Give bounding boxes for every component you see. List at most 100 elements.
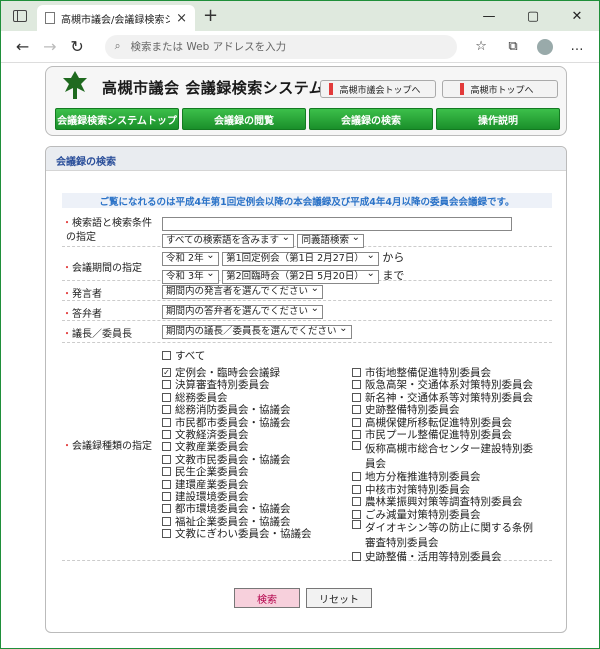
availability-notice: ご覧になれるのは平成4年第1回定例会以降の本会議録及び平成4年4月以降の委員会会… [62, 193, 552, 208]
menu-system-top[interactable]: 会議録検索システムトップ [55, 108, 179, 130]
search-icon: ⌕ [114, 40, 121, 52]
collections-icon[interactable]: ⧉ [499, 39, 527, 54]
all-checkbox[interactable]: すべて [162, 349, 542, 362]
answerer-select[interactable]: 期間内の答弁者を選んでください [162, 303, 324, 319]
reset-button[interactable]: リセット [306, 588, 372, 608]
browser-window: 高槻市議会/会議録検索システム × + — ▢ ✕ ← → ↻ ⌕ 検索または … [0, 0, 600, 649]
maximize-icon[interactable]: ▢ [511, 1, 555, 31]
speaker-select[interactable]: 期間内の発言者を選んでください [162, 283, 324, 299]
profile-avatar[interactable] [537, 38, 554, 55]
checkbox-box [352, 392, 361, 402]
checkbox-box [162, 350, 171, 360]
menu-search[interactable]: 会議録の検索 [309, 108, 433, 130]
page-viewport: 高槻市議会 会議録検索システム 高槻市議会トップへ 高槻市トップへ 会議録検索シ… [1, 63, 599, 648]
from-suffix: から [382, 251, 405, 264]
address-bar: ← → ↻ ⌕ 検索または Web アドレスを入力 ☆ ⧉ … [1, 31, 599, 63]
city-emblem-logo [63, 71, 87, 99]
meeting-types-row: 会議録種類の指定 すべて ✓定例会・臨時会会議録決算審査特別委員会総務委員会総務… [62, 343, 552, 563]
meeting-type-label: 文教にぎわい委員会・協議会 [175, 528, 312, 541]
menu-help[interactable]: 操作説明 [436, 108, 560, 130]
chair-select[interactable]: 期間内の議長／委員長を選んでください [162, 323, 352, 339]
from-year-select[interactable]: 令和 2年 [162, 250, 219, 266]
checkbox-box [352, 430, 361, 440]
checkbox-box [352, 509, 361, 519]
match-option-select[interactable]: すべての検索語を含みます [162, 232, 294, 248]
meeting-type-label: 仮称高槻市総合センター建設特別委員会 [365, 442, 533, 470]
menu-browse[interactable]: 会議録の閲覧 [182, 108, 306, 130]
checkbox-box [162, 392, 171, 402]
window-controls: — ▢ ✕ [467, 1, 599, 31]
meeting-type-checkbox[interactable]: 史跡整備・活用等特別委員会 [352, 550, 542, 563]
period-row: 会議期間の指定 令和 2年 第1回定例会（第1日 2月27日） から 令和 3年… [62, 247, 552, 284]
from-session-select[interactable]: 第1回定例会（第1日 2月27日） [222, 250, 379, 266]
keyword-row: 検索語と検索条件の指定 すべての検索語を含みます 同義語検索 [62, 215, 552, 248]
toolbar-right: ☆ ⧉ … [467, 38, 591, 55]
page-favicon-icon [45, 12, 55, 24]
checkbox-box [352, 472, 361, 482]
meeting-types-left-column: ✓ 定例会・臨時会会議録 決算審査特別委員会 総務委員会 総務消防委員会・協議会 市民都市… [162, 366, 352, 562]
checkbox-box: ✓ [162, 368, 171, 378]
new-tab-icon[interactable]: + [203, 5, 218, 26]
keyword-input[interactable] [162, 217, 512, 231]
council-top-link[interactable]: 高槻市議会トップへ [320, 80, 436, 98]
panel-title: 会議録の検索 [46, 147, 566, 171]
checkbox-box [162, 417, 171, 427]
checkbox-box [352, 497, 361, 507]
checkbox-box [162, 380, 171, 390]
checkbox-box [162, 430, 171, 440]
meeting-types-label: 会議録種類の指定 [66, 437, 152, 452]
meeting-types-right-column: 市街地整備促進特別委員会 阪急高架・交通体系対策特別委員会 新名神・交通体系等対策特… [352, 366, 542, 563]
checkbox-box [162, 467, 171, 477]
search-form: 検索語と検索条件の指定 すべての検索語を含みます 同義語検索 会議期間の指定 令… [62, 215, 552, 563]
close-tab-icon[interactable]: × [176, 11, 187, 26]
search-type-select[interactable]: 同義語検索 [297, 232, 364, 248]
search-panel: 会議録の検索 ご覧になれるのは平成4年第1回定例会以降の本会議録及び平成4年4月… [45, 146, 567, 633]
meeting-type-checkbox[interactable]: 仮称高槻市総合センター建設特別委員会 [352, 440, 542, 471]
period-label: 会議期間の指定 [66, 259, 142, 274]
speaker-label: 発言者 [66, 285, 102, 300]
main-menu: 会議録検索システムトップ 会議録の閲覧 会議録の検索 操作説明 [55, 108, 560, 130]
answerer-label: 答弁者 [66, 305, 102, 320]
site-header: 高槻市議会 会議録検索システム 高槻市議会トップへ 高槻市トップへ 会議録検索シ… [45, 66, 567, 136]
meeting-type-label: ダイオキシン等の防止に関する条例審査特別委員会 [365, 522, 533, 550]
back-icon[interactable]: ← [9, 37, 36, 56]
address-input[interactable]: ⌕ 検索または Web アドレスを入力 [104, 34, 458, 59]
checkbox-box [352, 520, 361, 530]
checkbox-box [162, 405, 171, 415]
form-buttons: 検索 リセット [234, 588, 372, 608]
meeting-type-checkbox[interactable]: ごみ減量対策特別委員会 [352, 508, 542, 521]
checkbox-box [162, 504, 171, 514]
meeting-type-checkbox[interactable]: ダイオキシン等の防止に関する条例審査特別委員会 [352, 520, 542, 550]
checkbox-box [352, 417, 361, 427]
checkbox-box [162, 479, 171, 489]
tab-bar: 高槻市議会/会議録検索システム × + — ▢ ✕ [1, 1, 599, 31]
answerer-row: 答弁者 期間内の答弁者を選んでください [62, 301, 552, 321]
checkbox-box [352, 380, 361, 390]
checkbox-box [162, 454, 171, 464]
more-menu-icon[interactable]: … [563, 39, 591, 54]
meeting-type-checkbox[interactable]: 市民プール整備促進特別委員会 [352, 428, 542, 441]
keyword-label: 検索語と検索条件の指定 [66, 217, 158, 245]
reload-icon[interactable]: ↻ [63, 37, 90, 56]
checkbox-box [352, 551, 361, 561]
tab-actions-icon[interactable] [13, 10, 27, 22]
browser-tab[interactable]: 高槻市議会/会議録検索システム × [37, 5, 195, 31]
close-window-icon[interactable]: ✕ [555, 1, 599, 31]
forward-icon[interactable]: → [36, 37, 63, 56]
address-placeholder: 検索または Web アドレスを入力 [130, 41, 287, 53]
checkbox-box [352, 484, 361, 494]
city-top-link[interactable]: 高槻市トップへ [442, 80, 558, 98]
chair-row: 議長／委員長 期間内の議長／委員長を選んでください [62, 321, 552, 343]
chair-label: 議長／委員長 [66, 325, 132, 340]
favorites-star-icon[interactable]: ☆ [467, 39, 495, 54]
meeting-type-checkbox[interactable]: 文教にぎわい委員会・協議会 [162, 527, 352, 541]
search-button[interactable]: 検索 [234, 588, 300, 608]
checkbox-box [352, 440, 361, 450]
checkbox-box [162, 491, 171, 501]
minimize-icon[interactable]: — [467, 1, 511, 31]
checkbox-box [162, 529, 171, 539]
tab-title: 高槻市議会/会議録検索システム [61, 14, 171, 26]
meeting-type-label: 史跡整備・活用等特別委員会 [365, 551, 502, 563]
speaker-row: 発言者 期間内の発言者を選んでください [62, 281, 552, 301]
site-title: 高槻市議会 会議録検索システム [102, 79, 325, 97]
